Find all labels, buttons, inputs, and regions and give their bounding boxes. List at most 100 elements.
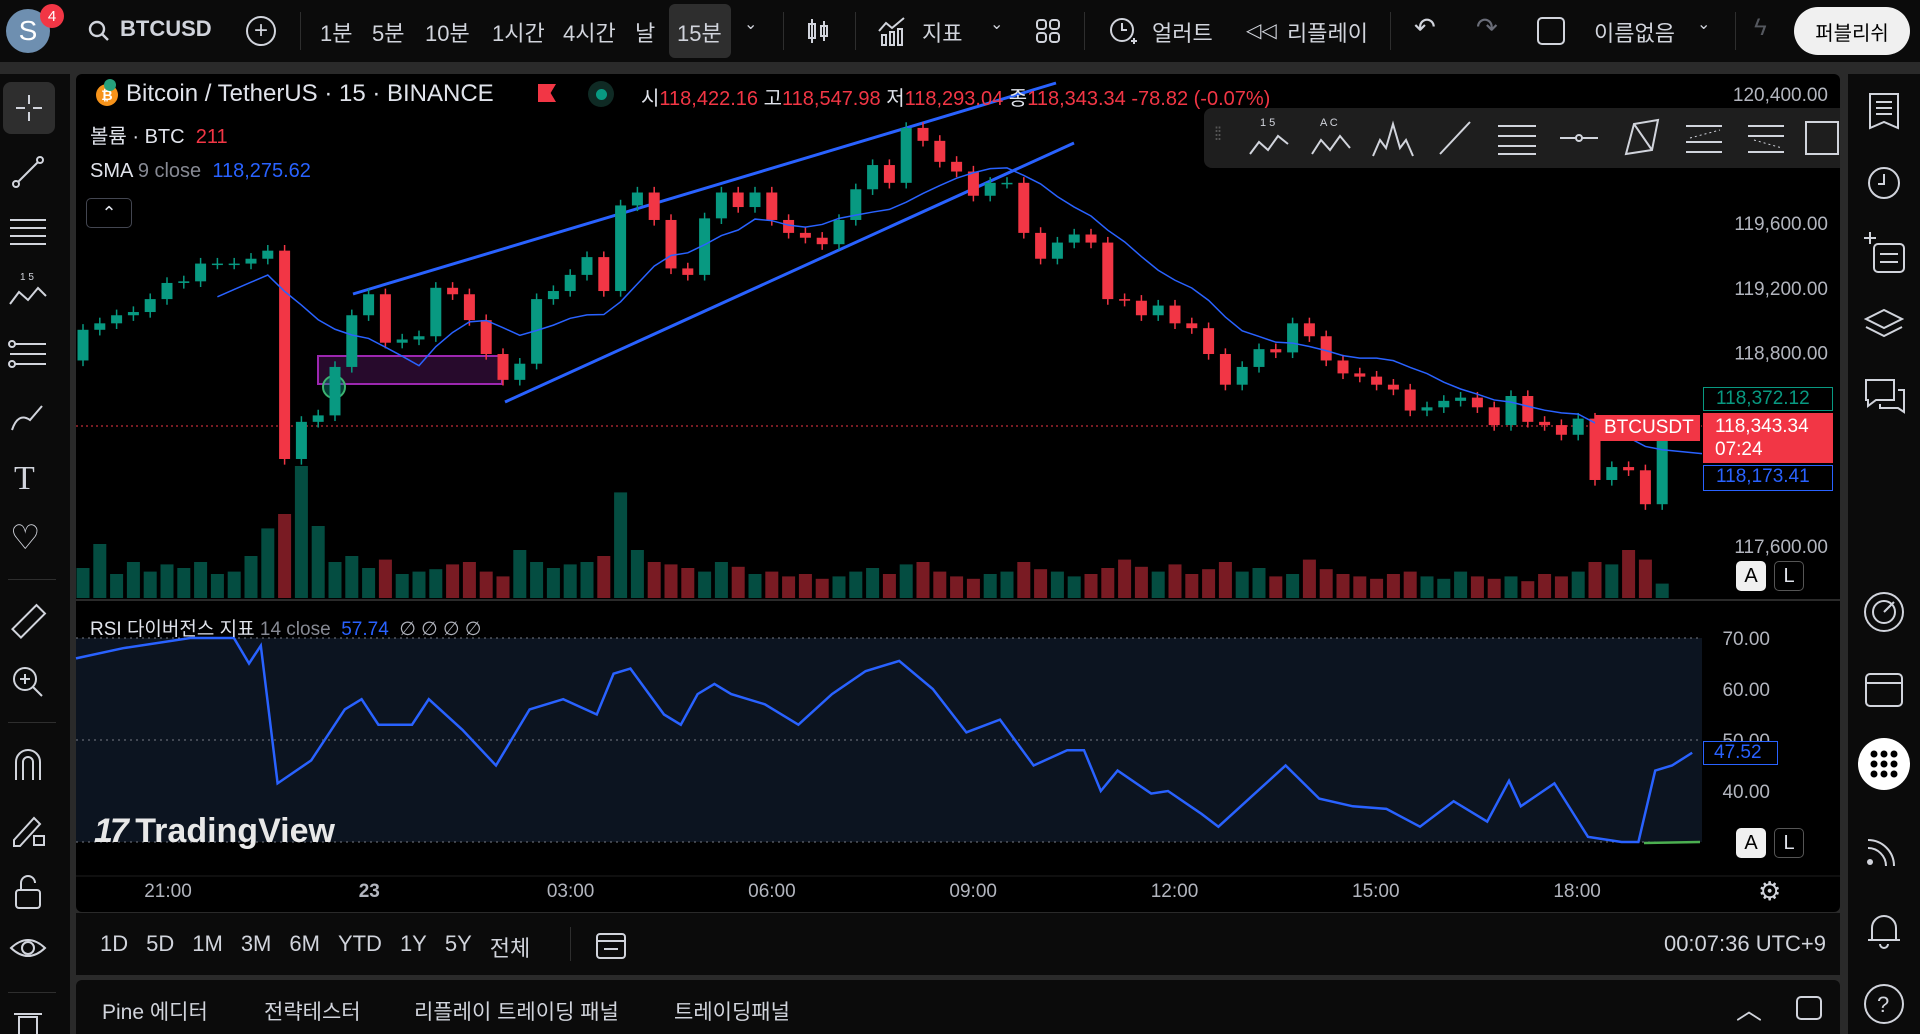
- rsi-value-tag: 47.52: [1703, 741, 1778, 765]
- sma-legend[interactable]: SMA 9 close 118,275.62: [90, 160, 311, 183]
- volume-bar: [563, 564, 577, 598]
- volume-bar: [798, 574, 812, 598]
- rsi-auto-scale-button[interactable]: A: [1736, 828, 1766, 858]
- volume-bar: [1470, 576, 1484, 598]
- candle-body: [1387, 384, 1399, 390]
- abcd-pattern-icon[interactable]: A C: [1308, 116, 1354, 160]
- candle-body: [1572, 418, 1584, 435]
- volume-bar: [1017, 562, 1031, 598]
- drag-handle-icon[interactable]: ⁞⁞: [1214, 124, 1222, 145]
- volume-bar: [395, 574, 409, 598]
- log-scale-button[interactable]: L: [1774, 561, 1804, 591]
- volume-bar: [614, 492, 628, 598]
- volume-bar: [1235, 571, 1249, 598]
- volume-bar: [714, 562, 728, 598]
- candle-body: [1051, 242, 1063, 259]
- range-button-8[interactable]: 전체: [490, 931, 530, 963]
- volume-bar: [278, 514, 292, 598]
- candle-body: [598, 257, 610, 292]
- tab-replay-trading-panel[interactable]: 리플레이 트레이딩 패널: [414, 996, 619, 1026]
- candle-body: [783, 219, 795, 233]
- candle-body: [816, 237, 828, 245]
- xabcd-pattern-icon[interactable]: 1 5: [1246, 116, 1292, 160]
- price-tick-label: 117,600.00: [1734, 537, 1828, 558]
- range-button-7[interactable]: 5Y: [445, 931, 472, 963]
- candle-body: [413, 336, 425, 340]
- volume-bar: [76, 568, 90, 598]
- volume-bar: [1168, 564, 1182, 598]
- drawings[interactable]: [317, 81, 1075, 404]
- volume-bar: [1286, 574, 1300, 598]
- candle-body: [766, 192, 778, 220]
- auto-scale-button[interactable]: A: [1736, 561, 1766, 591]
- volume-bar: [412, 571, 426, 598]
- rsi-tick-label: 60.00: [1722, 680, 1770, 701]
- volume-bar: [311, 526, 325, 598]
- trend-line-tool-icon[interactable]: [1432, 116, 1478, 160]
- candle-body: [1219, 354, 1231, 385]
- rsi-legend[interactable]: RSI 다이버전스 지표 14 close 57.74 ∅ ∅ ∅ ∅: [90, 614, 481, 641]
- candle-body: [900, 127, 912, 183]
- range-button-0[interactable]: 1D: [100, 931, 128, 963]
- candle-body: [934, 140, 946, 162]
- time-tick-label: 15:00: [1352, 881, 1400, 902]
- candle-body: [1135, 300, 1147, 316]
- rsi-log-scale-button[interactable]: L: [1774, 828, 1804, 858]
- candle-body: [1337, 360, 1349, 374]
- maximize-panel-icon[interactable]: [1796, 996, 1822, 1020]
- collapse-legend-button[interactable]: ⌃: [86, 198, 132, 228]
- candle-body: [447, 287, 459, 295]
- volume-bar: [194, 562, 208, 598]
- bottom-panel-tabs: Pine 에디터 전략테스터 리플레이 트레이딩 패널 트레이딩패널 ︿: [76, 980, 1840, 1034]
- volume-bar: [446, 564, 460, 598]
- candle-body: [1102, 242, 1114, 300]
- horizontal-ray-icon[interactable]: [1556, 116, 1602, 160]
- tab-trading-panel[interactable]: 트레이딩패널: [674, 996, 790, 1026]
- volume-bar: [1151, 571, 1165, 598]
- tether-logo-icon: [104, 79, 116, 91]
- expand-panel-chevron-up-icon[interactable]: ︿: [1736, 990, 1762, 1027]
- chart-settings-gear-icon[interactable]: ⚙: [1758, 876, 1781, 907]
- candle-body: [329, 366, 341, 416]
- candle-body: [1455, 397, 1467, 401]
- candle-body: [396, 339, 408, 343]
- rectangle-tool-icon[interactable]: [1802, 116, 1842, 160]
- volume-bar: [664, 564, 678, 598]
- head-shoulders-pattern-icon[interactable]: [1370, 116, 1416, 160]
- volume-bar: [1302, 559, 1316, 598]
- volume-bar: [210, 574, 224, 598]
- tab-pine-editor[interactable]: Pine 에디터: [102, 996, 208, 1026]
- regression-channel-icon[interactable]: [1742, 116, 1788, 160]
- candle-body: [1421, 407, 1433, 411]
- candle-body: [1539, 421, 1551, 426]
- volume-bar: [1252, 568, 1266, 598]
- volume-bar: [933, 571, 947, 598]
- candle-body: [77, 329, 89, 361]
- volume-bar: [1437, 578, 1451, 598]
- range-button-6[interactable]: 1Y: [400, 931, 427, 963]
- candle-body: [799, 232, 811, 238]
- volume-legend[interactable]: 볼륨 · BTC 211: [90, 120, 228, 149]
- go-to-date-calendar-icon[interactable]: [594, 929, 628, 961]
- candle-body: [1035, 232, 1047, 259]
- range-button-3[interactable]: 3M: [241, 931, 272, 963]
- svg-text:A C: A C: [1320, 117, 1338, 129]
- volume-bar: [177, 568, 191, 598]
- range-button-4[interactable]: 6M: [289, 931, 320, 963]
- candle-body: [951, 161, 963, 172]
- volume-bar: [1420, 576, 1434, 598]
- candle-body: [1236, 366, 1248, 385]
- range-button-1[interactable]: 5D: [146, 931, 174, 963]
- polyline-shape-icon[interactable]: [1618, 116, 1664, 160]
- time-axis[interactable]: 21:00 23 03:00 06:00 09:00 12:00 15:00 18:00: [144, 881, 1601, 902]
- horizontal-lines-icon[interactable]: [1494, 116, 1540, 160]
- tab-strategy-tester[interactable]: 전략테스터: [264, 996, 361, 1026]
- symbol-title[interactable]: Bitcoin / TetherUS · 15 · BINANCE: [126, 80, 494, 108]
- rsi-axis[interactable]: 70.0060.0050.0040.00: [1722, 629, 1770, 803]
- timezone-clock[interactable]: 00:07:36 UTC+9: [1664, 931, 1826, 957]
- parallel-channel-icon[interactable]: [1680, 116, 1726, 160]
- volume-bars: [76, 466, 1669, 598]
- range-button-2[interactable]: 1M: [192, 931, 223, 963]
- range-button-5[interactable]: YTD: [338, 931, 382, 963]
- volume-bar: [530, 562, 544, 598]
